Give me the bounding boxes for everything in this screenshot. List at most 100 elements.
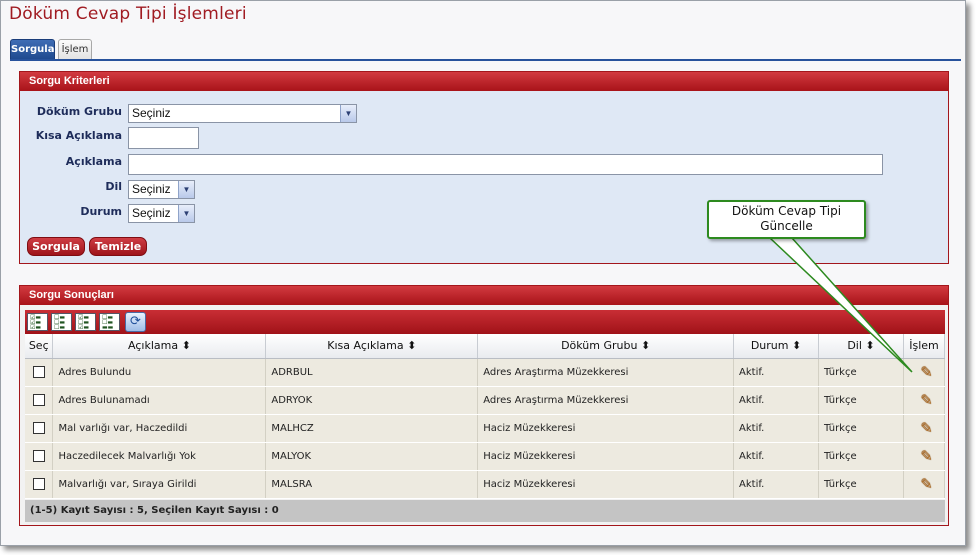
tab-underline bbox=[10, 59, 961, 61]
col-dokum-grubu[interactable]: Döküm Grubu ⬍ bbox=[477, 334, 735, 359]
cell-dil: Türkçe bbox=[818, 414, 904, 443]
cell-dil: Türkçe bbox=[818, 442, 904, 471]
aciklama-input[interactable] bbox=[128, 154, 883, 175]
col-durum-label: Durum bbox=[750, 339, 789, 353]
row-select-cell bbox=[25, 470, 54, 499]
cell-dil: Türkçe bbox=[818, 386, 904, 415]
table-row: Malvarlığı var, Sıraya Girildi MALSRA Ha… bbox=[25, 470, 946, 499]
col-aciklama-label: Açıklama bbox=[128, 339, 179, 353]
results-toolbar: ☑▬ ☑▬ ☑▬ ☐▬ ☐▬ ☐▬ ☑▬ ☐▬ ☑▬ ☐▬ ☐▬ ▬▬ ⟳ bbox=[25, 310, 945, 334]
cell-islem: ✎ bbox=[903, 386, 946, 415]
cell-islem: ✎ bbox=[903, 414, 946, 443]
cell-dil: Türkçe bbox=[818, 358, 904, 387]
col-aciklama[interactable]: Açıklama ⬍ bbox=[52, 334, 267, 359]
cell-kisa: MALYOK bbox=[265, 442, 479, 471]
cell-islem: ✎ bbox=[903, 442, 946, 471]
select-all-icon[interactable]: ☑▬ ☑▬ ☑▬ bbox=[27, 313, 48, 331]
sort-icon: ⬍ bbox=[791, 339, 802, 353]
table-row: Mal varlığı var, Haczedildi MALHCZ Haciz… bbox=[25, 414, 946, 443]
cell-grup: Adres Araştırma Müzekkeresi bbox=[477, 358, 735, 387]
cell-grup: Haciz Müzekkeresi bbox=[477, 414, 735, 443]
edit-pencil-icon[interactable]: ✎ bbox=[920, 420, 933, 436]
aciklama-label: Açıklama bbox=[65, 155, 122, 168]
cell-durum: Aktif. bbox=[733, 414, 819, 443]
cell-aciklama: Adres Bulundu bbox=[52, 358, 267, 387]
col-sec: Seç bbox=[25, 334, 54, 359]
sort-icon: ⬍ bbox=[640, 339, 651, 353]
callout-line1: Döküm Cevap Tipi bbox=[731, 204, 842, 218]
kisa-aciklama-input[interactable] bbox=[128, 127, 199, 149]
sorgula-button[interactable]: Sorgula bbox=[27, 237, 85, 256]
sort-icon: ⬍ bbox=[181, 339, 191, 353]
chevron-down-icon: ▼ bbox=[340, 105, 356, 122]
dokum-grubu-value: Seçiniz bbox=[132, 106, 171, 120]
col-kisa-label: Kısa Açıklama bbox=[327, 339, 404, 353]
dokum-grubu-select[interactable]: Seçiniz ▼ bbox=[128, 104, 357, 123]
durum-value: Seçiniz bbox=[132, 206, 171, 220]
cell-durum: Aktif. bbox=[733, 470, 819, 499]
cell-aciklama: Adres Bulunamadı bbox=[52, 386, 267, 415]
cell-grup: Haciz Müzekkeresi bbox=[477, 442, 735, 471]
cell-islem: ✎ bbox=[903, 358, 946, 387]
dil-value: Seçiniz bbox=[132, 182, 171, 196]
cell-grup: Haciz Müzekkeresi bbox=[477, 470, 735, 499]
callout-line2: Güncelle bbox=[760, 219, 813, 233]
edit-pencil-icon[interactable]: ✎ bbox=[920, 392, 933, 408]
durum-select[interactable]: Seçiniz ▼ bbox=[128, 204, 195, 223]
deselect-all-icon[interactable]: ☐▬ ☐▬ ☐▬ bbox=[51, 313, 72, 331]
row-checkbox[interactable] bbox=[32, 394, 45, 406]
tab-sorgula[interactable]: Sorgula bbox=[10, 39, 55, 60]
tab-islem[interactable]: İşlem bbox=[58, 39, 92, 60]
clear-selection-icon[interactable]: ☐▬ ☐▬ ▬▬ bbox=[99, 313, 120, 331]
row-checkbox[interactable] bbox=[32, 422, 45, 434]
col-kisa-aciklama[interactable]: Kısa Açıklama ⬍ bbox=[265, 334, 479, 359]
guncelle-callout: Döküm Cevap Tipi Güncelle bbox=[707, 200, 866, 239]
cell-durum: Aktif. bbox=[733, 442, 819, 471]
row-checkbox[interactable] bbox=[32, 478, 45, 490]
table-row: Adres Bulunamadı ADRYOK Adres Araştırma … bbox=[25, 386, 946, 415]
record-count-bar: (1-5) Kayıt Sayısı : 5, Seçilen Kayıt Sa… bbox=[25, 500, 945, 522]
table-row: Haczedilecek Malvarlığı Yok MALYOK Haciz… bbox=[25, 442, 946, 471]
chevron-down-icon: ▼ bbox=[178, 205, 194, 222]
col-sec-label: Seç bbox=[28, 339, 49, 353]
row-checkbox[interactable] bbox=[32, 450, 45, 462]
dil-select[interactable]: Seçiniz ▼ bbox=[128, 180, 195, 199]
edit-pencil-icon[interactable]: ✎ bbox=[920, 476, 933, 492]
results-table: Seç Açıklama ⬍ Kısa Açıklama ⬍ Döküm Gru… bbox=[25, 334, 946, 499]
durum-label: Durum bbox=[80, 205, 122, 218]
cell-dil: Türkçe bbox=[818, 470, 904, 499]
dokum-grubu-label: Döküm Grubu bbox=[36, 105, 122, 118]
cell-kisa: MALSRA bbox=[265, 470, 479, 499]
cell-islem: ✎ bbox=[903, 470, 946, 499]
col-dil[interactable]: Dil ⬍ bbox=[818, 334, 904, 359]
results-header: Sorgu Sonuçları bbox=[20, 286, 948, 305]
results-panel: Sorgu Sonuçları ☑▬ ☑▬ ☑▬ ☐▬ ☐▬ ☐▬ ☑▬ ☐▬ ☑▬ ☐▬ ☐… bbox=[19, 285, 949, 526]
edit-pencil-icon[interactable]: ✎ bbox=[920, 448, 933, 464]
invert-selection-icon[interactable]: ☑▬ ☐▬ ☑▬ bbox=[75, 313, 96, 331]
cell-grup: Adres Araştırma Müzekkeresi bbox=[477, 386, 735, 415]
sort-icon: ⬍ bbox=[865, 339, 875, 353]
cell-aciklama: Malvarlığı var, Sıraya Girildi bbox=[52, 470, 267, 499]
cell-durum: Aktif. bbox=[733, 386, 819, 415]
criteria-header: Sorgu Kriterleri bbox=[20, 72, 948, 91]
col-grup-label: Döküm Grubu bbox=[561, 339, 638, 353]
cell-kisa: ADRBUL bbox=[265, 358, 479, 387]
col-dil-label: Dil bbox=[847, 339, 862, 353]
page-title: Döküm Cevap Tipi İşlemleri bbox=[9, 4, 247, 24]
row-select-cell bbox=[25, 386, 54, 415]
kisa-aciklama-label: Kısa Açıklama bbox=[35, 129, 122, 142]
table-header-row: Seç Açıklama ⬍ Kısa Açıklama ⬍ Döküm Gru… bbox=[25, 334, 946, 359]
col-durum[interactable]: Durum ⬍ bbox=[733, 334, 819, 359]
table-row: Adres Bulundu ADRBUL Adres Araştırma Müz… bbox=[25, 358, 946, 387]
cell-kisa: ADRYOK bbox=[265, 386, 479, 415]
edit-pencil-icon[interactable]: ✎ bbox=[920, 364, 933, 380]
row-select-cell bbox=[25, 442, 54, 471]
row-checkbox[interactable] bbox=[32, 366, 45, 378]
row-select-cell bbox=[25, 414, 54, 443]
cell-aciklama: Mal varlığı var, Haczedildi bbox=[52, 414, 267, 443]
temizle-button[interactable]: Temizle bbox=[89, 237, 147, 256]
sort-icon: ⬍ bbox=[407, 339, 417, 353]
cell-kisa: MALHCZ bbox=[265, 414, 479, 443]
chevron-down-icon: ▼ bbox=[178, 181, 194, 198]
refresh-icon[interactable]: ⟳ bbox=[125, 312, 146, 332]
